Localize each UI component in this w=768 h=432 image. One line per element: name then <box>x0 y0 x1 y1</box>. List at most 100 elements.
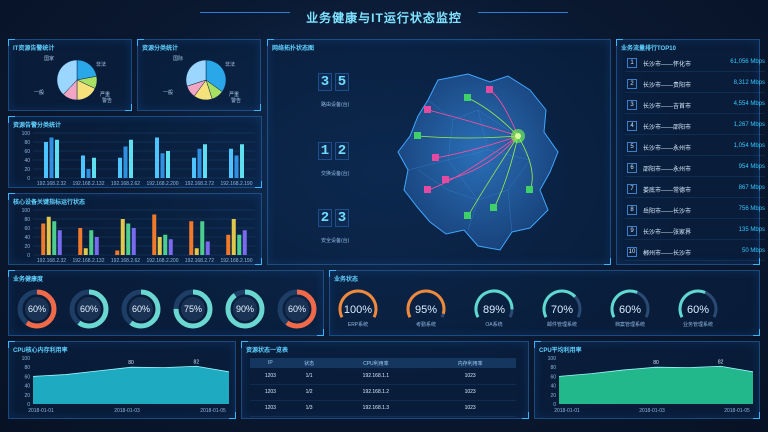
alarm-bar-bar[interactable] <box>229 148 233 178</box>
device-bar-bar[interactable] <box>157 237 162 255</box>
health-ring-label: 60% <box>288 304 306 314</box>
ranking-row[interactable]: 6 邵阳市——永州市 954 Mbps <box>625 160 765 177</box>
ranking-row[interactable]: 2 长沙市——贵阳市 8,312 Mbps <box>625 76 765 93</box>
ranking-value: 4,554 Mbps <box>733 101 765 107</box>
cpu-mem-title: CPU核心内存利用率 <box>13 348 68 354</box>
alarm-bar-bar[interactable] <box>166 151 170 178</box>
device-bar-bar[interactable] <box>57 230 62 255</box>
table-row[interactable]: 1203 1/3 192.168.1.3 1023 <box>250 400 516 417</box>
cpu-mem-area <box>33 366 229 404</box>
device-bar-bar[interactable] <box>83 248 88 255</box>
ranking-row[interactable]: 9 长沙市——张家界 135 Mbps <box>625 223 765 240</box>
alarm-bar-bar[interactable] <box>129 139 133 178</box>
it-stats-panel: IT资源告警统计 国家 非法 一般 严重 警告 <box>8 39 132 111</box>
alarm-bar-bar[interactable] <box>203 144 207 178</box>
cpu-avg-ytick: 20 <box>550 393 556 399</box>
device-bar-bar[interactable] <box>78 228 83 255</box>
gauge-value: 60% <box>619 304 641 316</box>
gauge-value: 70% <box>551 304 573 316</box>
device-bar-bar[interactable] <box>163 234 168 255</box>
health-ring-label: 60% <box>28 304 46 314</box>
cpu-avg-data-label: 82 <box>718 359 724 365</box>
device-bar-bar[interactable] <box>89 230 94 255</box>
ranking-row[interactable]: 7 娄底市——常德市 867 Mbps <box>625 181 765 198</box>
alarm-bar-bar[interactable] <box>92 157 96 178</box>
table-header[interactable]: 内存利用率 <box>424 358 516 368</box>
alarm-bar-bar[interactable] <box>155 137 159 179</box>
cpu-avg-ytick: 80 <box>550 365 556 371</box>
table-cell: 1023 <box>424 400 516 417</box>
device-bar-bar[interactable] <box>131 228 136 255</box>
device-bar-bar[interactable] <box>237 234 242 255</box>
alarm-bar-xtick: 192.168.2.32 <box>37 181 66 187</box>
device-bar-xtick: 192.168.2.132 <box>73 258 105 264</box>
gauge-value: 100% <box>344 304 372 316</box>
device-bar-bar[interactable] <box>189 221 194 255</box>
ranking-row[interactable]: 4 长沙市——邵阳市 1,267 Mbps <box>625 118 765 135</box>
health-ring-label: 75% <box>184 304 202 314</box>
device-bar-bar[interactable] <box>152 214 157 256</box>
table-row[interactable]: 1203 1/1 192.168.1.1 1023 <box>250 368 516 385</box>
device-bar-bar[interactable] <box>120 219 125 255</box>
alarm-bar-bar[interactable] <box>192 157 196 178</box>
gauge-value: 60% <box>687 304 709 316</box>
ranking-row[interactable]: 1 长沙市——怀化市 61,056 Mbps <box>625 55 765 72</box>
table-cell: 1/2 <box>290 384 328 401</box>
alarm-bar-bar[interactable] <box>49 137 54 179</box>
device-bar-bar[interactable] <box>115 250 120 256</box>
table-header[interactable]: IP <box>250 358 291 368</box>
ranking-number: 4 <box>627 121 637 131</box>
alarm-bar-bar[interactable] <box>197 148 202 178</box>
device-bar-bar[interactable] <box>168 239 173 255</box>
table-header[interactable]: CPU利用率 <box>327 358 425 368</box>
ranking-route: 长沙市——张家界 <box>643 230 692 236</box>
device-bar-bar[interactable] <box>41 223 46 256</box>
device-bar-bar[interactable] <box>200 221 205 255</box>
alarm-bar-bar[interactable] <box>160 153 165 178</box>
alarm-bar-bar[interactable] <box>234 155 239 179</box>
alarm-bar-bar[interactable] <box>55 139 59 178</box>
table-header[interactable]: 状态 <box>290 358 328 368</box>
device-bar-xtick: 192.168.2.72 <box>185 258 214 264</box>
cpu-avg-ytick: 40 <box>550 384 556 390</box>
device-bar-bar[interactable] <box>231 219 236 255</box>
alarm-bar-bar[interactable] <box>81 155 85 179</box>
alarm-bar-bar[interactable] <box>44 142 48 178</box>
alarm-bar-bar[interactable] <box>123 146 128 179</box>
table-cell: 1/1 <box>290 368 328 385</box>
cpu-mem-ytick: 100 <box>22 356 31 362</box>
alarm-bar-xtick: 192.168.2.200 <box>147 181 179 187</box>
device-bar-bar[interactable] <box>52 221 57 255</box>
device-bar-bar[interactable] <box>126 223 131 256</box>
table-cell: 1023 <box>424 368 516 385</box>
biz-status-gauges: 100% ERP系统 95% 考勤系统 89% OA系统 70% 邮件管理系统 60% 档案管理系… <box>338 289 718 328</box>
ranking-value: 1,054 Mbps <box>733 143 765 149</box>
it-stats-title: IT资源告警统计 <box>13 46 55 52</box>
device-bar-bar[interactable] <box>226 234 231 255</box>
alarm-bar-bar[interactable] <box>86 169 91 178</box>
device-bar-bar[interactable] <box>194 248 199 255</box>
province-map[interactable] <box>268 40 612 266</box>
device-bar-bar[interactable] <box>242 230 247 255</box>
table-row[interactable]: 1203 1/2 192.168.1.2 1023 <box>250 384 516 401</box>
alarm-bar-bar[interactable] <box>118 157 122 178</box>
health-panel: 业务健康度 60% 60% 60% 75% 90% 60% <box>8 270 324 336</box>
alarm-bar-ytick: 40 <box>24 158 30 164</box>
ranking-row[interactable]: 5 长沙市——永州市 1,054 Mbps <box>625 139 765 156</box>
ranking-row[interactable]: 10 郴州市——长沙市 50 Mbps <box>625 244 765 261</box>
ranking-row[interactable]: 3 长沙市——吉首市 4,554 Mbps <box>625 97 765 114</box>
res-stats-pie-label: 严重 <box>229 91 239 98</box>
page-title: 业务健康与IT运行状态监控 <box>306 11 462 25</box>
alarm-bar-bar[interactable] <box>240 144 244 178</box>
device-bar-bar[interactable] <box>205 241 210 256</box>
gauge-name: OA系统 <box>485 321 502 328</box>
health-rings: 60% 60% 60% 75% 90% 60% <box>17 289 317 329</box>
gauge-name: ERP系统 <box>348 321 368 328</box>
gauge-name: 档案管理系统 <box>615 321 645 328</box>
resource-table-title: 资源状态一览表 <box>246 348 289 354</box>
device-bar-bar[interactable] <box>46 216 51 255</box>
alarm-bar-xtick: 192.168.2.72 <box>185 181 214 187</box>
device-bar-bar[interactable] <box>94 237 99 255</box>
ranking-row[interactable]: 8 岳阳市——长沙市 756 Mbps <box>625 202 765 219</box>
device-bar-ytick: 100 <box>22 208 31 214</box>
